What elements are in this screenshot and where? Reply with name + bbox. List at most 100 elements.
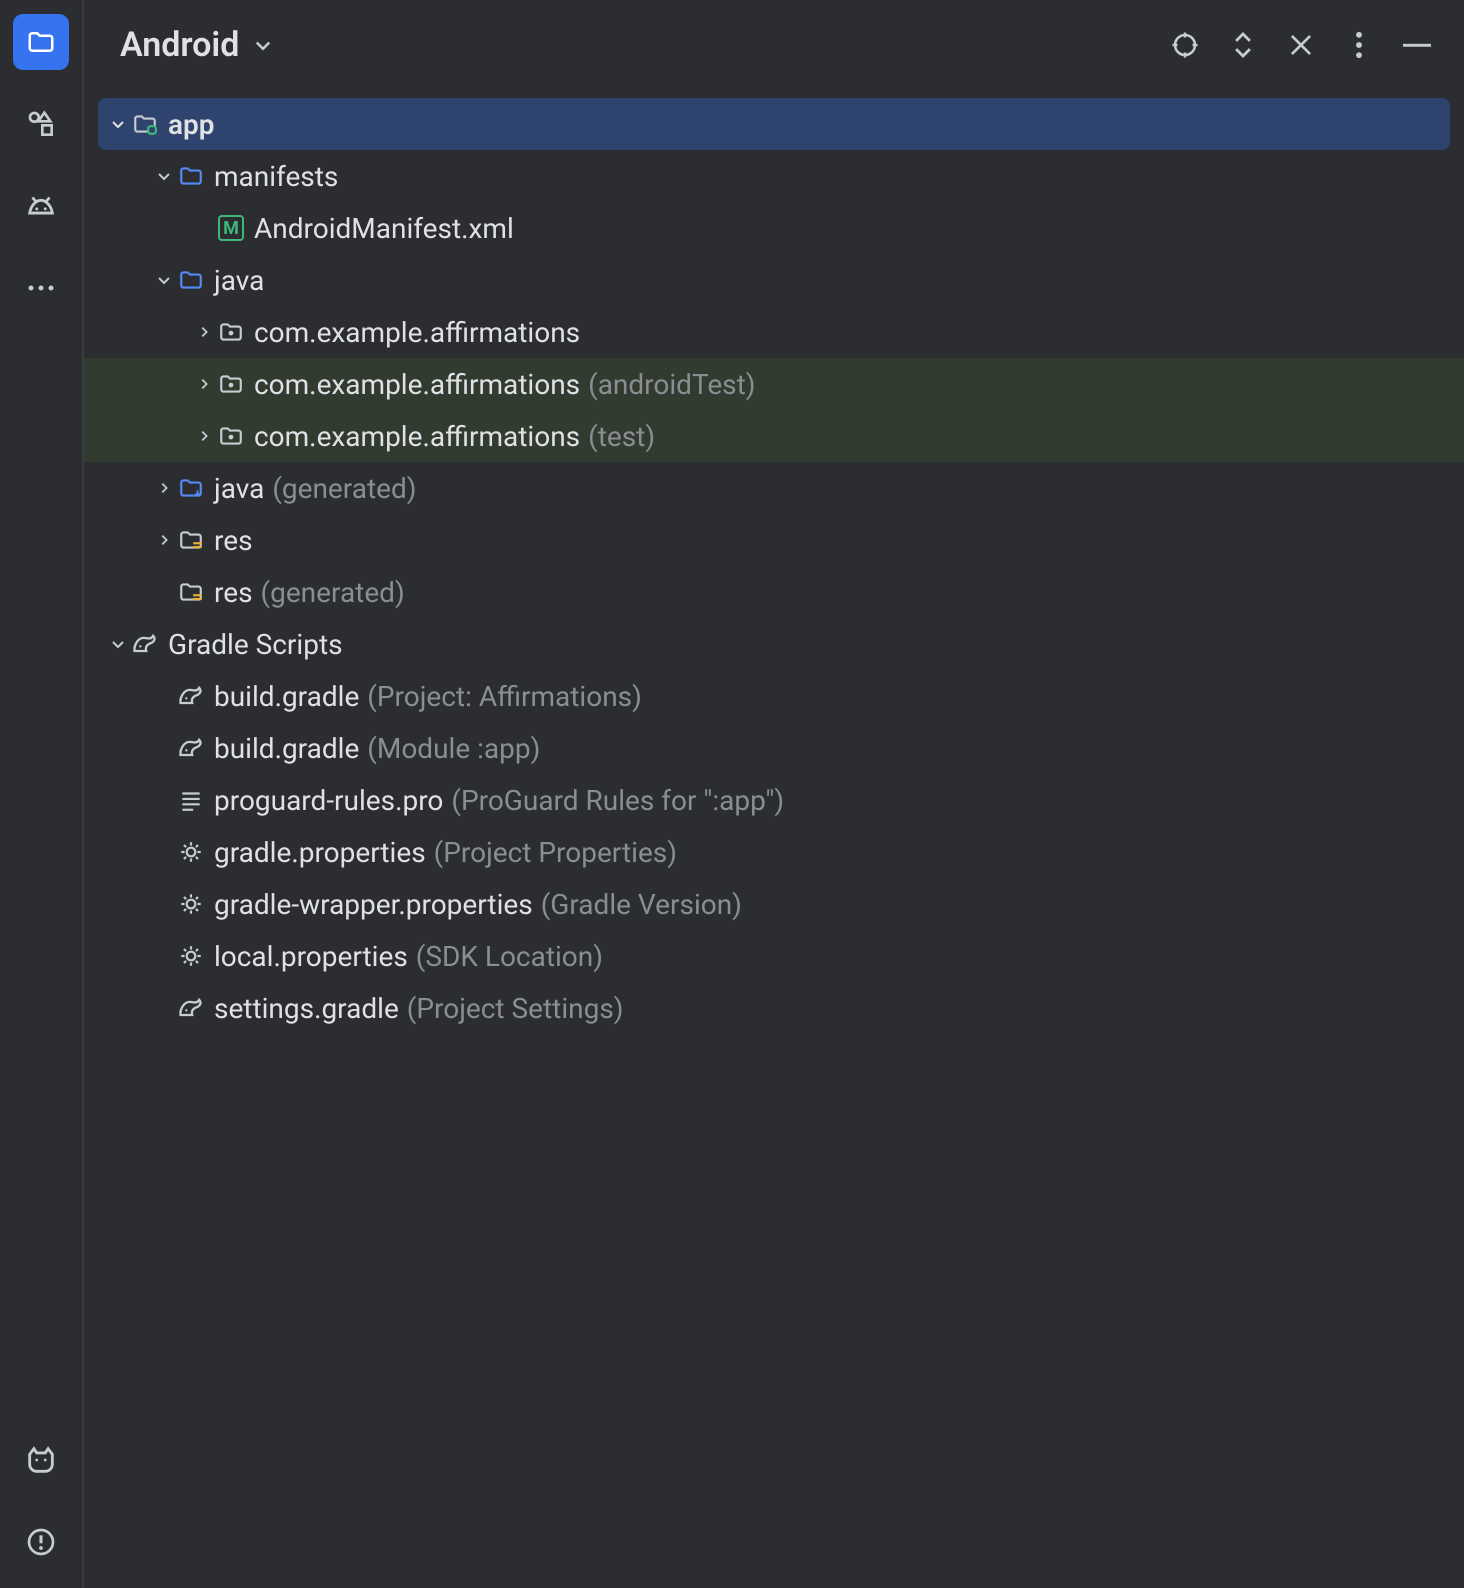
tree-node-manifests[interactable]: manifests bbox=[84, 150, 1464, 202]
tree-suffix: (Project Properties) bbox=[434, 836, 677, 869]
package-icon bbox=[218, 319, 244, 345]
gradle-icon bbox=[177, 994, 205, 1022]
chevron-right-icon bbox=[197, 429, 211, 443]
tree-label: res bbox=[214, 524, 253, 557]
tree-label: java bbox=[214, 264, 264, 297]
cat-icon bbox=[24, 1443, 58, 1477]
res-folder-icon bbox=[178, 579, 204, 605]
chevron-down-icon bbox=[110, 636, 126, 652]
chevron-right-icon bbox=[157, 533, 171, 547]
tree-node-pkg-androidtest[interactable]: com.example.affirmations (androidTest) bbox=[84, 358, 1464, 410]
tree-label: settings.gradle bbox=[214, 992, 399, 1025]
gear-icon bbox=[178, 891, 204, 917]
tree-label: build.gradle bbox=[214, 680, 359, 713]
tree-label: proguard-rules.pro bbox=[214, 784, 443, 817]
tree-suffix: (Project: Affirmations) bbox=[367, 680, 642, 713]
hide-panel-button[interactable] bbox=[1392, 20, 1442, 70]
tree-label: Gradle Scripts bbox=[168, 628, 343, 661]
more-tool-button[interactable] bbox=[13, 260, 69, 316]
tree-node-java[interactable]: java bbox=[84, 254, 1464, 306]
tree-node-res-generated[interactable]: res (generated) bbox=[84, 566, 1464, 618]
tree-node-settings-gradle[interactable]: settings.gradle (Project Settings) bbox=[84, 982, 1464, 1034]
tree-suffix: (Project Settings) bbox=[407, 992, 624, 1025]
device-manager-button[interactable] bbox=[13, 178, 69, 234]
project-tool-button[interactable] bbox=[13, 14, 69, 70]
tree-suffix: (SDK Location) bbox=[416, 940, 603, 973]
gear-icon bbox=[178, 943, 204, 969]
tree-suffix: (generated) bbox=[272, 472, 416, 505]
tree-label: com.example.affirmations bbox=[254, 420, 580, 453]
tree-node-manifest-file[interactable]: M AndroidManifest.xml bbox=[84, 202, 1464, 254]
tree-label: java bbox=[214, 472, 264, 505]
tree-node-pkg-test[interactable]: com.example.affirmations (test) bbox=[84, 410, 1464, 462]
module-icon bbox=[132, 111, 158, 137]
tree-node-build-gradle-project[interactable]: build.gradle (Project: Affirmations) bbox=[84, 670, 1464, 722]
tree-label: gradle-wrapper.properties bbox=[214, 888, 533, 921]
res-folder-icon bbox=[178, 527, 204, 553]
tree-label: app bbox=[168, 108, 215, 141]
tree-node-build-gradle-module[interactable]: build.gradle (Module :app) bbox=[84, 722, 1464, 774]
chevron-down-icon[interactable] bbox=[253, 35, 273, 55]
warning-icon bbox=[25, 1526, 57, 1558]
tree-label: build.gradle bbox=[214, 732, 359, 765]
shapes-icon bbox=[25, 108, 57, 140]
tree-node-res[interactable]: res bbox=[84, 514, 1464, 566]
target-icon bbox=[1170, 30, 1200, 60]
tree-label: res bbox=[214, 576, 253, 609]
folder-icon bbox=[26, 27, 56, 57]
tree-suffix: (androidTest) bbox=[588, 368, 755, 401]
package-icon bbox=[218, 371, 244, 397]
android-icon bbox=[24, 189, 58, 223]
project-tree: app manifests M AndroidManifest.xml java… bbox=[84, 90, 1464, 1588]
cat-tool-button[interactable] bbox=[13, 1432, 69, 1488]
tree-suffix: (ProGuard Rules for ":app") bbox=[451, 784, 784, 817]
structure-tool-button[interactable] bbox=[13, 96, 69, 152]
minimize-icon bbox=[1403, 42, 1431, 48]
tree-label: manifests bbox=[214, 160, 338, 193]
tree-label: local.properties bbox=[214, 940, 408, 973]
tree-node-wrapper-properties[interactable]: gradle-wrapper.properties (Gradle Versio… bbox=[84, 878, 1464, 930]
tree-node-app[interactable]: app bbox=[98, 98, 1450, 150]
text-file-icon bbox=[178, 787, 204, 813]
tree-label: com.example.affirmations bbox=[254, 316, 580, 349]
chevron-right-icon bbox=[197, 377, 211, 391]
tree-node-local-properties[interactable]: local.properties (SDK Location) bbox=[84, 930, 1464, 982]
select-opened-file-button[interactable] bbox=[1160, 20, 1210, 70]
expand-icon bbox=[1232, 31, 1254, 59]
chevron-right-icon bbox=[157, 481, 171, 495]
folder-gen-icon bbox=[178, 475, 204, 501]
tree-node-java-generated[interactable]: java (generated) bbox=[84, 462, 1464, 514]
chevron-down-icon bbox=[156, 168, 172, 184]
tree-node-pkg-main[interactable]: com.example.affirmations bbox=[84, 306, 1464, 358]
tree-node-gradle-scripts[interactable]: Gradle Scripts bbox=[84, 618, 1464, 670]
gear-icon bbox=[178, 839, 204, 865]
tree-suffix: (test) bbox=[588, 420, 655, 453]
kebab-icon bbox=[1354, 31, 1364, 59]
project-view-label[interactable]: Android bbox=[120, 25, 239, 65]
tree-label: com.example.affirmations bbox=[254, 368, 580, 401]
tree-suffix: (Module :app) bbox=[367, 732, 540, 765]
collapse-icon bbox=[1288, 32, 1314, 58]
expand-collapse-button[interactable] bbox=[1218, 20, 1268, 70]
chevron-down-icon bbox=[156, 272, 172, 288]
panel-options-button[interactable] bbox=[1334, 20, 1384, 70]
project-panel-header: Android bbox=[84, 0, 1464, 90]
activity-bar bbox=[0, 0, 84, 1588]
tree-suffix: (generated) bbox=[261, 576, 405, 609]
problems-tool-button[interactable] bbox=[13, 1514, 69, 1570]
tree-node-proguard[interactable]: proguard-rules.pro (ProGuard Rules for "… bbox=[84, 774, 1464, 826]
tree-label: gradle.properties bbox=[214, 836, 426, 869]
folder-icon bbox=[178, 267, 204, 293]
collapse-all-button[interactable] bbox=[1276, 20, 1326, 70]
gradle-icon bbox=[131, 630, 159, 658]
chevron-right-icon bbox=[197, 325, 211, 339]
gradle-icon bbox=[177, 682, 205, 710]
manifest-file-icon: M bbox=[218, 215, 244, 241]
tree-node-gradle-properties[interactable]: gradle.properties (Project Properties) bbox=[84, 826, 1464, 878]
chevron-down-icon bbox=[110, 116, 126, 132]
folder-icon bbox=[178, 163, 204, 189]
package-icon bbox=[218, 423, 244, 449]
tree-suffix: (Gradle Version) bbox=[541, 888, 742, 921]
gradle-icon bbox=[177, 734, 205, 762]
project-panel: Android bbox=[84, 0, 1464, 1588]
